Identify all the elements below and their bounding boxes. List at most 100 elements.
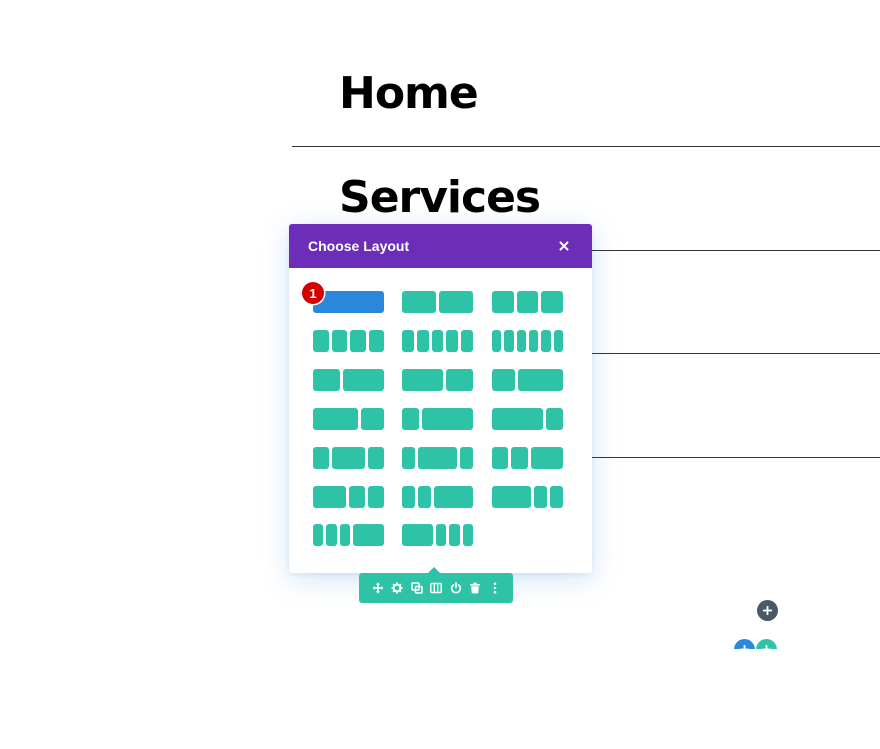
layout-column-block xyxy=(402,486,415,508)
layout-option[interactable] xyxy=(402,369,473,391)
layout-column-block xyxy=(528,330,539,352)
layout-option[interactable] xyxy=(492,291,564,313)
layout-column-block xyxy=(418,447,457,469)
layout-column-block xyxy=(492,369,515,391)
layout-column-block xyxy=(402,291,436,313)
layout-option[interactable] xyxy=(313,330,384,352)
add-buttons-clip xyxy=(730,636,790,649)
heading-home: Home xyxy=(339,68,479,119)
layout-option[interactable] xyxy=(402,524,473,546)
layout-options-grid xyxy=(289,268,592,573)
layout-option[interactable] xyxy=(402,291,473,313)
layout-column-block xyxy=(449,524,460,546)
plus-icon xyxy=(762,645,771,649)
close-icon[interactable] xyxy=(555,237,573,255)
layout-column-block xyxy=(492,291,514,313)
layout-column-block xyxy=(343,369,384,391)
layout-column-block xyxy=(492,330,502,352)
layout-column-block xyxy=(367,447,384,469)
layout-column-block xyxy=(445,369,473,391)
layout-option[interactable] xyxy=(492,447,563,469)
layout-option[interactable] xyxy=(313,486,384,508)
divider-line xyxy=(592,353,880,354)
layout-column-block xyxy=(361,408,384,430)
layout-column-block xyxy=(332,447,365,469)
layout-column-block xyxy=(416,330,429,352)
layout-column-block xyxy=(534,486,547,508)
layout-column-block xyxy=(339,524,350,546)
plus-icon xyxy=(763,606,772,615)
layout-column-block xyxy=(367,486,384,508)
layout-column-block xyxy=(541,330,551,352)
layout-column-block xyxy=(402,447,415,469)
layout-column-block xyxy=(516,330,526,352)
layout-column-block xyxy=(402,408,419,430)
layout-column-block xyxy=(326,524,337,546)
power-toggle-icon[interactable] xyxy=(449,581,463,595)
layout-column-block xyxy=(504,330,514,352)
heading-services: Services xyxy=(339,172,541,223)
layout-option[interactable] xyxy=(492,486,563,508)
columns-layout-icon[interactable] xyxy=(429,581,443,595)
layout-option[interactable] xyxy=(402,447,473,469)
move-icon[interactable] xyxy=(371,581,385,595)
layout-column-block xyxy=(352,524,384,546)
layout-column-block xyxy=(516,291,539,313)
layout-column-block xyxy=(402,330,414,352)
layout-column-block xyxy=(402,369,443,391)
layout-column-block xyxy=(530,447,563,469)
layout-option[interactable] xyxy=(313,447,384,469)
layout-column-block xyxy=(313,369,341,391)
layout-column-block xyxy=(313,524,324,546)
layout-option[interactable] xyxy=(313,524,384,546)
layout-option[interactable] xyxy=(492,408,563,430)
layout-column-block xyxy=(492,486,531,508)
layout-option[interactable] xyxy=(492,369,563,391)
layout-column-block xyxy=(431,330,444,352)
layout-column-block xyxy=(331,330,347,352)
add-section-button[interactable] xyxy=(757,600,778,621)
divider-line xyxy=(592,250,880,251)
modal-title: Choose Layout xyxy=(308,238,410,254)
layout-column-block xyxy=(313,408,359,430)
layout-column-block xyxy=(460,447,473,469)
layout-option[interactable] xyxy=(313,369,384,391)
layout-column-block xyxy=(511,447,528,469)
layout-column-block xyxy=(517,369,563,391)
layout-option[interactable] xyxy=(402,486,473,508)
layout-column-block xyxy=(553,330,563,352)
layout-option[interactable] xyxy=(402,330,473,352)
plus-icon xyxy=(740,645,749,649)
divider-line xyxy=(592,457,880,458)
add-row-button[interactable] xyxy=(756,639,777,649)
duplicate-icon[interactable] xyxy=(410,581,424,595)
layout-option[interactable] xyxy=(492,330,563,352)
step-badge: 1 xyxy=(302,282,324,304)
layout-option[interactable] xyxy=(402,408,473,430)
layout-column-block xyxy=(492,408,543,430)
layout-column-block xyxy=(541,291,564,313)
layout-column-block xyxy=(462,524,473,546)
layout-option[interactable] xyxy=(313,408,384,430)
layout-column-block xyxy=(439,291,473,313)
trash-icon[interactable] xyxy=(468,581,482,595)
layout-column-block xyxy=(434,486,473,508)
choose-layout-modal: Choose Layout xyxy=(289,224,592,573)
layout-column-block xyxy=(550,486,563,508)
layout-column-block xyxy=(446,330,459,352)
layout-column-block xyxy=(492,447,509,469)
layout-column-block xyxy=(348,486,365,508)
layout-column-block xyxy=(461,330,473,352)
layout-column-block xyxy=(422,408,473,430)
layout-column-block xyxy=(313,447,330,469)
layout-column-block xyxy=(402,524,433,546)
divider-line xyxy=(292,146,880,147)
layout-column-block xyxy=(546,408,563,430)
layout-column-block xyxy=(350,330,366,352)
add-module-button[interactable] xyxy=(734,639,755,649)
settings-gear-icon[interactable] xyxy=(390,581,404,595)
layout-column-block xyxy=(418,486,431,508)
row-toolbar xyxy=(359,567,513,603)
layout-column-block xyxy=(313,330,329,352)
more-options-icon[interactable] xyxy=(488,581,502,595)
